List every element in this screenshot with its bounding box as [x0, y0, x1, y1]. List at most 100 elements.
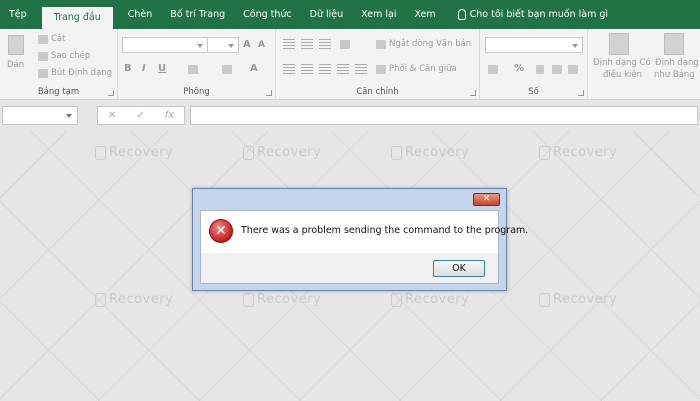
cut-label: Cắt — [51, 34, 66, 44]
number-launcher-icon[interactable] — [578, 90, 584, 96]
watermark-text: Recovery — [405, 292, 470, 307]
merge-center-button[interactable]: Phối & Căn giữa — [376, 64, 457, 74]
watermark-text: Recovery — [109, 145, 174, 160]
watermark-text: Recovery — [553, 292, 618, 307]
name-box[interactable] — [2, 106, 78, 125]
formula-buttons: ✕ ✓ fx — [97, 106, 185, 125]
enter-icon[interactable]: ✓ — [136, 110, 144, 121]
tab-insert[interactable]: Chèn — [119, 0, 162, 29]
tab-file[interactable]: Tệp — [0, 0, 36, 29]
align-center-icon[interactable] — [301, 64, 313, 74]
align-bottom-icon[interactable] — [319, 39, 331, 49]
conditional-formatting-l2[interactable]: điều kiện — [603, 70, 642, 80]
watermark-key-icon — [95, 145, 106, 160]
underline-button[interactable]: U — [158, 63, 166, 74]
align-right-icon[interactable] — [319, 64, 331, 74]
align-left-icon[interactable] — [283, 64, 295, 74]
watermark-text: Recovery — [109, 292, 174, 307]
cancel-icon[interactable]: ✕ — [108, 110, 116, 121]
watermark-text: Recovery — [257, 292, 322, 307]
alignment-group: Ngắt dòng Văn bản Phối & Căn giữa Căn ch… — [276, 29, 480, 100]
error-dialog: ✕ ✕ There was a problem sending the comm… — [192, 188, 528, 291]
brush-icon — [38, 68, 48, 78]
wrap-text-button[interactable]: Ngắt dòng Văn bản — [376, 39, 471, 49]
scissors-icon — [38, 34, 48, 44]
alignment-launcher-icon[interactable] — [470, 90, 476, 96]
tab-home[interactable]: Trang đầu — [41, 7, 113, 29]
formula-bar: ✕ ✓ fx — [0, 101, 700, 131]
font-group: A A B I U A Phông — [118, 29, 276, 100]
dialog-body: ✕ There was a problem sending the comman… — [200, 210, 528, 284]
accounting-icon[interactable] — [488, 65, 498, 74]
format-as-table-l2[interactable]: như Bảng — [654, 70, 695, 80]
watermark-key-icon — [243, 145, 254, 160]
formula-input[interactable] — [190, 106, 698, 125]
grow-font-button[interactable]: A — [243, 39, 251, 50]
copy-button[interactable]: Sao chép — [38, 51, 90, 61]
bold-button[interactable]: B — [124, 63, 132, 74]
conditional-formatting-icon[interactable] — [609, 33, 629, 55]
watermark-text: Recovery — [553, 145, 618, 160]
shrink-font-button[interactable]: A — [258, 40, 265, 50]
font-name-combo[interactable] — [122, 37, 208, 53]
watermark-key-icon — [539, 292, 550, 307]
tell-me-box[interactable]: Cho tôi biết bạn muốn làm gì — [449, 0, 617, 29]
increase-indent-icon[interactable] — [355, 64, 367, 74]
watermark-key-icon — [391, 145, 402, 160]
format-as-table-icon[interactable] — [664, 33, 684, 55]
watermark-key-icon — [391, 292, 402, 307]
ribbon-tab-bar: Tệp Trang đầu Chèn Bố trí Trang Công thứ… — [0, 0, 700, 29]
tell-me-label: Cho tôi biết bạn muốn làm gì — [469, 9, 609, 20]
fill-color-icon[interactable] — [222, 65, 232, 74]
format-painter-button[interactable]: Bút Định dạng — [38, 68, 112, 78]
conditional-formatting-l1[interactable]: Định dạng Có — [593, 58, 651, 68]
merge-icon — [376, 64, 386, 74]
font-color-button[interactable]: A — [250, 63, 258, 74]
watermark-key-icon — [539, 145, 550, 160]
paste-button[interactable]: Dán — [7, 60, 24, 70]
comma-icon[interactable] — [536, 65, 544, 74]
align-top-icon[interactable] — [283, 39, 295, 49]
watermark-8: Recovery — [539, 292, 617, 307]
number-format-combo[interactable] — [485, 37, 583, 53]
increase-decimal-icon[interactable] — [552, 65, 562, 74]
number-group-label: Số — [528, 87, 539, 97]
font-launcher-icon[interactable] — [266, 90, 272, 96]
tab-page-layout[interactable]: Bố trí Trang — [161, 0, 234, 29]
wrap-text-label: Ngắt dòng Văn bản — [389, 39, 472, 49]
watermark-5: Recovery — [95, 292, 173, 307]
watermark-4: Recovery — [539, 145, 617, 160]
italic-button[interactable]: I — [142, 63, 146, 74]
styles-group: Định dạng Có điều kiện Định dạng như Bản… — [588, 29, 700, 100]
tab-formulas[interactable]: Công thức — [234, 0, 301, 29]
tab-view[interactable]: Xem — [405, 0, 444, 29]
error-icon: ✕ — [209, 219, 233, 243]
decrease-indent-icon[interactable] — [337, 64, 349, 74]
watermark-6: Recovery — [243, 292, 321, 307]
ok-button[interactable]: OK — [433, 260, 485, 277]
watermark-text: Recovery — [405, 145, 470, 160]
paste-icon[interactable] — [8, 35, 24, 55]
align-middle-icon[interactable] — [301, 39, 313, 49]
format-painter-label: Bút Định dạng — [51, 68, 113, 78]
watermark-3: Recovery — [391, 145, 469, 160]
borders-icon[interactable] — [188, 65, 198, 74]
alignment-group-label: Căn chỉnh — [356, 87, 399, 97]
wrap-text-icon — [376, 39, 386, 49]
number-group: % Số — [480, 29, 588, 100]
clipboard-launcher-icon[interactable] — [108, 90, 114, 96]
insert-function-button[interactable]: fx — [165, 110, 174, 121]
font-size-combo[interactable] — [207, 37, 239, 53]
dialog-close-button[interactable]: ✕ — [473, 193, 500, 206]
tab-data[interactable]: Dữ liệu — [301, 0, 353, 29]
format-as-table-l1[interactable]: Định dạng — [655, 58, 699, 68]
orientation-icon[interactable] — [340, 40, 350, 49]
dialog-message-area: ✕ There was a problem sending the comman… — [201, 211, 528, 253]
tab-review[interactable]: Xem lại — [352, 0, 405, 29]
cut-button[interactable]: Cắt — [38, 34, 65, 44]
watermark-text: Recovery — [257, 145, 322, 160]
percent-button[interactable]: % — [514, 63, 524, 74]
decrease-decimal-icon[interactable] — [568, 65, 578, 74]
lightbulb-icon — [457, 9, 466, 20]
watermark-key-icon — [95, 292, 106, 307]
